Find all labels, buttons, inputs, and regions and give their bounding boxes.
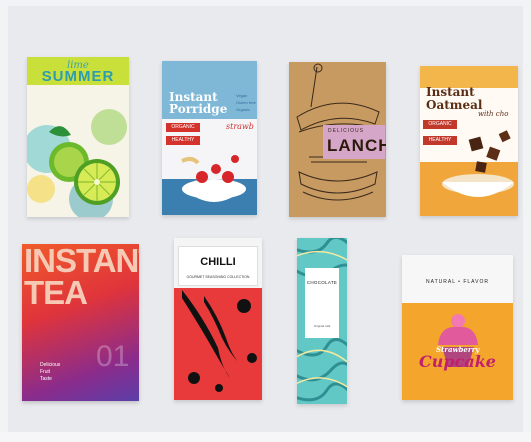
- package-natural-flavor-cupcake[interactable]: NATURAL • FLAVOR Strawberry Cupcake: [402, 255, 513, 400]
- chilli-pepper-illustration: [182, 290, 257, 392]
- package-instant-tea[interactable]: INSTANT TEA Delicious Fruit Taste 01: [22, 244, 139, 401]
- tea-tagline: Delicious Fruit Taste: [40, 362, 61, 382]
- cupcake-name: Cupcake: [419, 352, 496, 371]
- cupcake-illustration: [438, 314, 478, 367]
- porridge-bowl-illustration: [181, 155, 246, 202]
- package-instant-oatmeal[interactable]: Instant Oatmeal with cho ORGANIC HEALTHY: [420, 66, 518, 216]
- lanch-kicker: DELICIOUS: [328, 128, 364, 134]
- bottom-strip: [0, 432, 531, 442]
- package-instant-porridge[interactable]: Instant Porridge Vegan Gluten free Organ…: [162, 61, 257, 215]
- product-packaging-gallery: lime SUMMER Instant Porridge Vegan Glute…: [0, 0, 531, 442]
- chocolate-note: Original milk: [313, 324, 331, 328]
- tea-title-line1: INSTANT: [24, 244, 139, 279]
- chocolate-title: CHOCOLATE: [306, 280, 338, 285]
- lanch-title: LANCH: [327, 136, 386, 155]
- tea-title-line2: TEA: [24, 274, 88, 311]
- oatmeal-chocolate-illustration: [442, 130, 514, 197]
- lime-title-big: SUMMER: [41, 68, 115, 85]
- package-lime-summer[interactable]: lime SUMMER: [27, 57, 129, 217]
- package-chocolate[interactable]: CHOCOLATE Original milk: [297, 238, 347, 404]
- package-lanch[interactable]: DELICIOUS LANCH: [289, 62, 386, 217]
- package-chilli[interactable]: CHILLI GOURMET SEASONING COLLECTION: [174, 238, 262, 400]
- tea-number: 01: [96, 340, 130, 373]
